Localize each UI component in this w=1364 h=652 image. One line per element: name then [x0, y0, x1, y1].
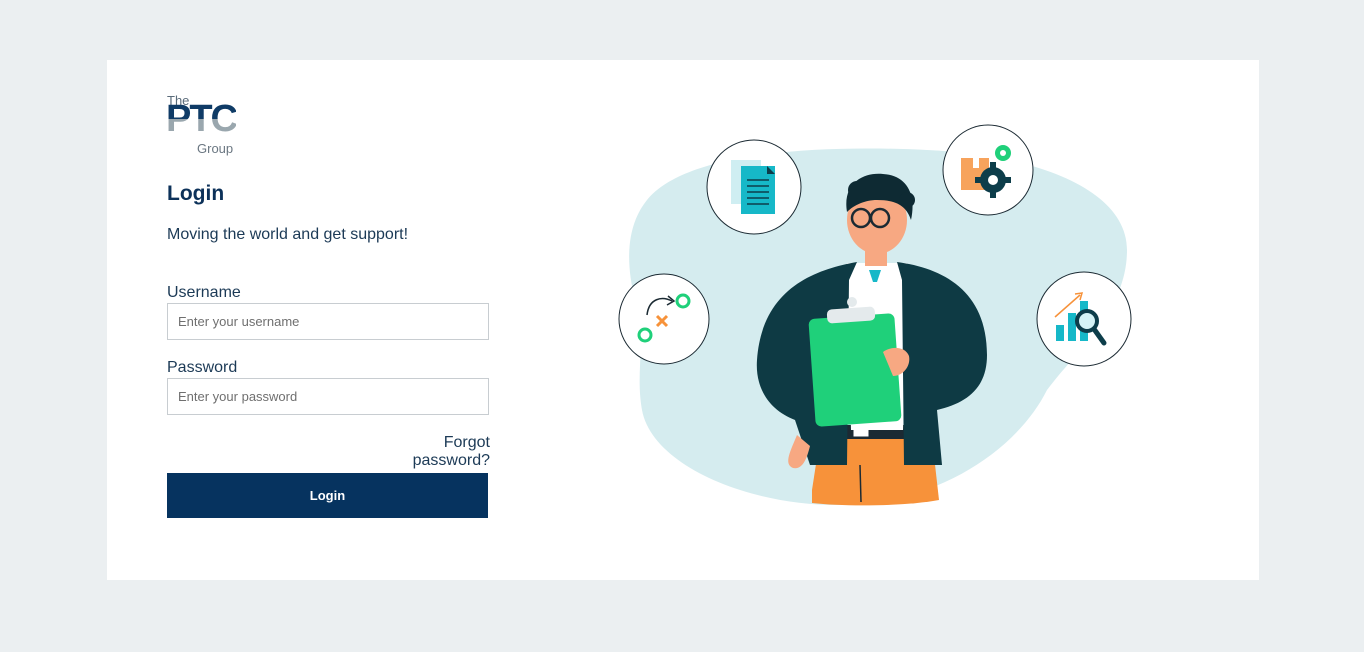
- login-subtitle: Moving the world and get support!: [167, 226, 409, 243]
- document-icon: [706, 139, 802, 235]
- username-input[interactable]: [167, 303, 489, 340]
- logo-ptc-text: PTC: [166, 98, 238, 140]
- login-title: Login: [167, 182, 225, 205]
- username-label: Username: [167, 284, 241, 301]
- analytics-icon: [1036, 271, 1132, 367]
- forgot-password-link[interactable]: Forgot password?: [362, 434, 490, 470]
- login-card: The PTC Group Login Moving the world and…: [107, 60, 1259, 580]
- password-input[interactable]: [167, 378, 489, 415]
- gears-icon: [942, 124, 1034, 216]
- logo-group-text: Group: [197, 141, 234, 156]
- strategy-icon: [618, 273, 710, 365]
- login-button[interactable]: Login: [167, 473, 488, 518]
- person-with-clipboard-illustration: [618, 124, 1132, 506]
- password-label: Password: [167, 359, 238, 376]
- ptc-group-logo: The PTC Group: [166, 93, 241, 157]
